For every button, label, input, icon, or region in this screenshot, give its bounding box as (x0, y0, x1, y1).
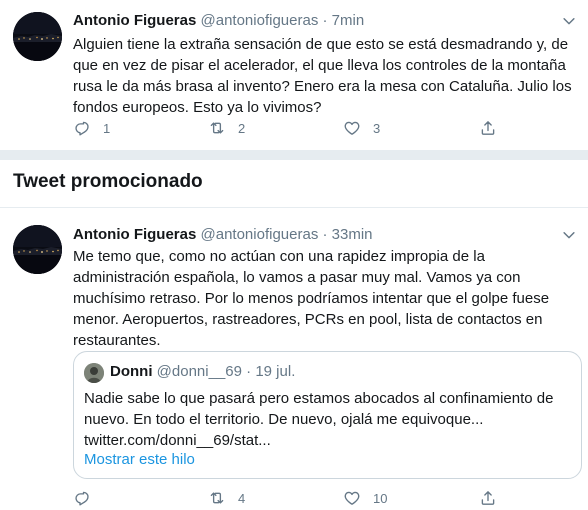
quote-text-line: nuevo. En todo el territorio. De nuevo, … (84, 411, 484, 428)
like-button[interactable]: 10 (343, 488, 387, 508)
quote-text: Nadie sabe lo que pasará pero estamos ab… (84, 388, 574, 451)
timestamp[interactable]: 7min (332, 12, 365, 29)
like-icon (343, 119, 361, 137)
reply-icon (73, 119, 91, 137)
tweet-header: Antonio Figueras @antoniofigueras · 7min (73, 11, 364, 31)
reply-button[interactable] (73, 488, 103, 508)
retweet-count: 4 (238, 490, 246, 506)
tweet-text: Me temo que, como no actúan con una rapi… (73, 246, 573, 351)
like-count: 10 (373, 490, 388, 506)
share-icon (479, 119, 497, 137)
tweet-text-line: muchísimo retraso. Por lo menos podríamo… (73, 290, 550, 307)
quote-text-line: twitter.com/donni__69/stat... (84, 432, 271, 449)
retweet-count: 2 (238, 120, 246, 136)
share-button[interactable] (479, 118, 497, 138)
tweet-actions: 4 10 (73, 488, 513, 508)
show-thread-link[interactable]: Mostrar este hilo (84, 450, 195, 470)
tweet-actions: 1 2 3 (73, 118, 513, 138)
like-count: 3 (373, 120, 381, 136)
author-name[interactable]: Antonio Figueras (73, 226, 196, 243)
tweet-text-line: administración española, lo vamos a pasa… (73, 269, 521, 286)
quote-author-name: Donni (110, 363, 153, 380)
tweet-text-line: rusa le da más brasa al invento? Enero e… (73, 78, 572, 95)
retweet-icon (208, 119, 226, 137)
tweet-header: Antonio Figueras @antoniofigueras · 33mi… (73, 225, 373, 245)
retweet-icon (208, 489, 226, 507)
reply-icon (73, 489, 91, 507)
tweet-text-line: restaurantes. (73, 332, 161, 349)
quote-header: Donni @donni__69 · 19 jul. (110, 362, 295, 382)
tweet-text-line: Alguien tiene la extraña sensación de qu… (73, 36, 569, 53)
quote-author-handle: @donni__69 (156, 363, 242, 380)
tweet-text-line: Me temo que, como no actúan con una rapi… (73, 248, 485, 265)
quote-avatar (84, 363, 104, 383)
retweet-button[interactable]: 2 (208, 118, 245, 138)
chevron-down-icon[interactable] (560, 12, 578, 30)
author-handle[interactable]: @antoniofigueras (201, 226, 319, 243)
chevron-down-icon[interactable] (560, 226, 578, 244)
quote-date: 19 jul. (255, 363, 296, 380)
avatar[interactable] (13, 12, 62, 61)
reply-button[interactable]: 1 (73, 118, 110, 138)
separator-dot: · (322, 12, 328, 29)
tweet-text-line: que en vez de pisar el acelerador, el qu… (73, 57, 566, 74)
promoted-header: Tweet promocionado (13, 171, 203, 192)
like-button[interactable]: 3 (343, 118, 380, 138)
share-icon (479, 489, 497, 507)
share-button[interactable] (479, 488, 497, 508)
quote-text-line: Nadie sabe lo que pasará pero estamos ab… (84, 390, 554, 407)
tweet-1[interactable]: Antonio Figueras @antoniofigueras · 7min… (0, 0, 588, 150)
tweet-text: Alguien tiene la extraña sensación de qu… (73, 34, 573, 118)
author-handle[interactable]: @antoniofigueras (201, 12, 319, 29)
reply-count: 1 (103, 120, 111, 136)
retweet-button[interactable]: 4 (208, 488, 245, 508)
tweet-text-line: fondos europeos. Esto ya lo vivimos? (73, 99, 322, 116)
separator-dot: · (322, 226, 328, 243)
avatar[interactable] (13, 225, 62, 274)
timestamp[interactable]: 33min (332, 226, 373, 243)
author-name[interactable]: Antonio Figueras (73, 12, 196, 29)
quoted-tweet[interactable]: Donni @donni__69 · 19 jul. Nadie sabe lo… (73, 351, 582, 479)
like-icon (343, 489, 361, 507)
separator-dot: · (246, 363, 252, 380)
tweet-text-line: menor. Aeropuertos, rastreadores, PCRs e… (73, 311, 543, 328)
section-separator (0, 150, 588, 160)
